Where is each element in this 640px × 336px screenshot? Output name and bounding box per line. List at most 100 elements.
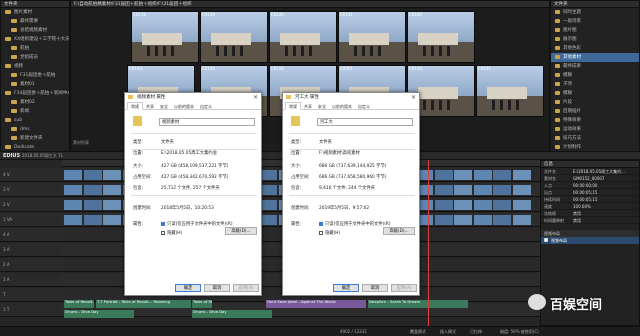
apply-button[interactable]: 应用(A) [391, 284, 417, 292]
audio-clip[interactable]: DeepSen - Sarah To Dream [368, 300, 468, 308]
tree-item[interactable]: 最终需要 [1, 17, 69, 26]
video-clip[interactable] [103, 170, 121, 180]
track-header[interactable]: 3 A [0, 243, 62, 257]
video-clip[interactable] [434, 170, 453, 180]
hidden-checkbox-row[interactable]: 隐藏(H) [161, 230, 182, 236]
cancel-button[interactable]: 取消 [204, 284, 230, 292]
right-folder-item[interactable]: 技巧方法 [551, 134, 639, 143]
audio-clip[interactable]: Tales of Revolt... [64, 300, 94, 308]
close-icon[interactable]: × [253, 93, 258, 102]
tree-item[interactable]: 素材01 [1, 80, 69, 89]
right-folder-item[interactable]: 最终成果 [551, 62, 639, 71]
video-clip[interactable] [434, 200, 453, 210]
audio-clip[interactable]: T.T Portrait - Tales of Revolt... Roamin… [96, 300, 191, 308]
tab-2[interactable]: 安全 [157, 103, 171, 111]
video-clip[interactable] [473, 170, 492, 180]
video-clip[interactable] [64, 200, 82, 210]
checkbox-icon[interactable] [544, 238, 548, 242]
audio-clip[interactable]: Drums - Diva Day [192, 310, 272, 318]
tab-3[interactable]: 以前的版本 [329, 103, 355, 111]
tab-0[interactable]: 常规 [285, 102, 301, 110]
playhead[interactable] [428, 160, 429, 326]
dialog-2-name-field[interactable]: 河工大 [317, 118, 413, 126]
video-clip[interactable] [83, 200, 102, 210]
tree-item[interactable]: dms [1, 125, 69, 134]
video-clip[interactable] [454, 170, 472, 180]
video-clip[interactable] [493, 185, 511, 195]
checkbox-icon[interactable] [161, 230, 165, 235]
tree-item[interactable]: 新建文件夹 [1, 134, 69, 143]
property-value[interactable]: 只读(仅应用于文件夹中的文件)(R) [161, 221, 233, 227]
video-thumbnail[interactable]: C0141 [338, 11, 406, 63]
apply-button[interactable]: 应用(A) [233, 284, 259, 292]
video-clip[interactable] [434, 185, 453, 195]
video-clip[interactable] [83, 170, 102, 180]
video-clip[interactable] [473, 215, 492, 225]
right-folder-item[interactable]: 同时主题 [551, 8, 639, 17]
track-header[interactable]: 1 T [0, 303, 62, 317]
video-clip[interactable] [493, 200, 511, 210]
video-clip[interactable] [64, 185, 82, 195]
track-header[interactable]: 2 A [0, 258, 62, 272]
dialog-1-titlebar[interactable]: 视频素材 属性 × [125, 93, 261, 102]
video-clip[interactable] [512, 185, 531, 195]
track-header[interactable]: 4 A [0, 228, 62, 242]
video-clip[interactable] [512, 170, 531, 180]
tab-1[interactable]: 共享 [143, 103, 157, 111]
video-clip[interactable] [64, 170, 82, 180]
tree-item[interactable]: sub [1, 116, 69, 125]
track-header[interactable]: T [0, 288, 62, 302]
advanced-button[interactable]: 高级(D)... [225, 227, 257, 235]
tab-4[interactable]: 自定义 [197, 103, 215, 111]
checkbox-icon[interactable] [161, 221, 165, 226]
audio-clip[interactable]: Drums - Diva Day [64, 310, 134, 318]
video-clip[interactable] [454, 200, 472, 210]
right-folder-item[interactable]: 一般场景 [551, 17, 639, 26]
video-clip[interactable] [493, 215, 511, 225]
right-folder-item[interactable]: 后期插片 [551, 107, 639, 116]
audio-clip[interactable]: Tales of Revolt... [192, 300, 212, 308]
dialog-2-titlebar[interactable]: 河工大 属性 × [283, 93, 419, 102]
track-header[interactable]: 1 A [0, 273, 62, 287]
track-header[interactable]: 3 V [0, 183, 62, 197]
tab-0[interactable]: 常规 [127, 102, 143, 110]
right-folder-item[interactable]: 运动效果 [551, 125, 639, 134]
ok-button[interactable]: 确定 [175, 284, 201, 292]
property-value[interactable]: 只读(仅应用于文件夹中的文件)(R) [319, 221, 391, 227]
video-clip[interactable] [473, 200, 492, 210]
video-clip[interactable] [454, 185, 472, 195]
tree-item[interactable]: Dedicate [1, 143, 69, 152]
right-folder-item[interactable]: 片段 [551, 98, 639, 107]
video-clip[interactable] [83, 185, 102, 195]
tree-item[interactable]: XX组织建设＋工学院十大乐＋航拍 [1, 35, 69, 44]
ok-button[interactable]: 确定 [333, 284, 359, 292]
video-clip[interactable] [434, 215, 453, 225]
video-thumbnail[interactable]: C0140 [269, 11, 337, 63]
effect-item[interactable]: 视频布局 [541, 237, 639, 244]
video-clip[interactable] [64, 215, 82, 225]
tree-item[interactable]: F34届团委＋航拍＋新闻中心 [1, 89, 69, 98]
video-thumbnail[interactable]: C0118 [131, 11, 199, 63]
tree-item[interactable]: 航拍 [1, 44, 69, 53]
hidden-checkbox-row[interactable]: 隐藏(H) [319, 230, 340, 236]
video-clip[interactable] [493, 170, 511, 180]
video-clip[interactable] [83, 215, 102, 225]
tab-4[interactable]: 自定义 [355, 103, 373, 111]
tree-item[interactable]: 总结视频素材 [1, 26, 69, 35]
video-clip[interactable] [512, 215, 531, 225]
track-header[interactable]: 1 VA [0, 213, 62, 227]
tree-item[interactable]: 新闻 [1, 107, 69, 116]
right-folder-item[interactable]: 图片图 [551, 26, 639, 35]
checkbox-icon[interactable] [319, 221, 323, 226]
tab-2[interactable]: 安全 [315, 103, 329, 111]
tree-item[interactable]: F31届团委＋航拍 [1, 71, 69, 80]
dialog-1-name-field[interactable]: 视频素材 [159, 118, 255, 126]
tree-item[interactable]: 图片素材 [1, 8, 69, 17]
tree-item[interactable]: 视频 [1, 62, 69, 71]
audio-clip[interactable]: Hunt Save Jebel - Against The World [266, 300, 366, 308]
video-clip[interactable] [103, 200, 121, 210]
right-folder-item[interactable]: 特殊效果 [551, 116, 639, 125]
right-folder-item[interactable]: 其他色彩 [551, 44, 639, 53]
tab-3[interactable]: 以前的版本 [171, 103, 197, 111]
track-header[interactable]: 4 V [0, 168, 62, 182]
